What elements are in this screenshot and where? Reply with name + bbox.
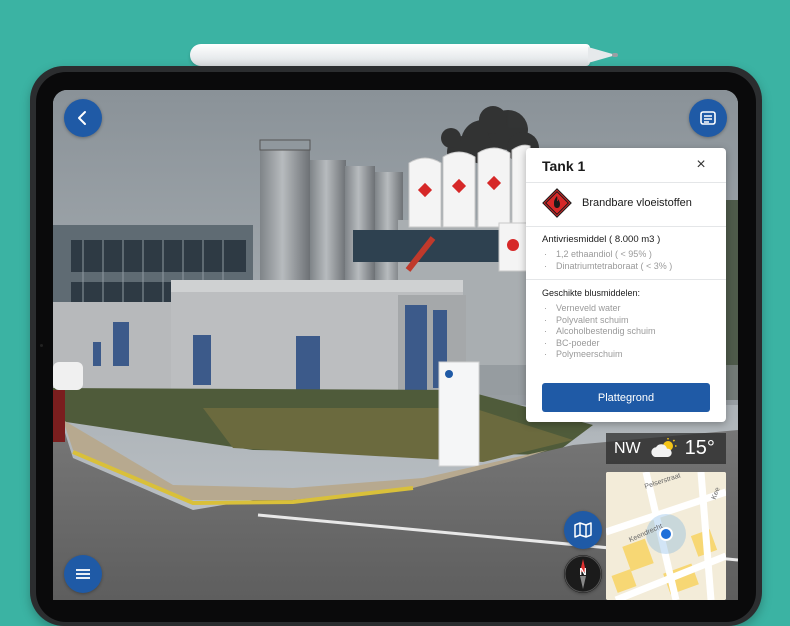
- partly-sunny-icon: [651, 437, 677, 457]
- apple-pencil: [190, 44, 590, 66]
- back-arrow-icon: [78, 111, 86, 125]
- menu-button[interactable]: [64, 555, 102, 593]
- compass-label: N: [579, 567, 587, 578]
- map-icon: [574, 522, 592, 538]
- components-list: · 1,2 ethaandiol ( < 95% ) · Dinatriumtetr…: [542, 249, 672, 272]
- tank-info-panel: Tank 1 × Brandbare vloeistoffen Antivrie…: [526, 148, 726, 422]
- divider: [526, 279, 726, 280]
- temperature: 15°: [684, 437, 715, 459]
- list-item: · Verneveld water: [544, 303, 621, 313]
- notes-button[interactable]: [689, 99, 727, 137]
- floorplan-button[interactable]: Plattegrond: [542, 383, 710, 412]
- pencil-nib: [612, 53, 618, 57]
- weather-widget: NW 15°: [606, 433, 726, 464]
- list-item: · Polyvalent schuim: [544, 314, 629, 325]
- panel-title: Tank 1: [542, 158, 586, 174]
- hazard-label: Brandbare vloeistoffen: [582, 197, 692, 209]
- list-item: · BC-poeder: [544, 337, 600, 348]
- list-item: · Dinatriumtetraboraat ( < 3% ): [544, 260, 673, 271]
- list-item: · Polymeerschuim: [544, 349, 623, 359]
- notes-icon: [700, 111, 716, 125]
- back-button[interactable]: [64, 99, 102, 137]
- tablet-camera: [40, 344, 43, 347]
- close-button[interactable]: ×: [692, 156, 710, 174]
- mini-map-graphic: [606, 472, 726, 600]
- list-item: · 1,2 ethaandiol ( < 95% ): [544, 249, 652, 259]
- flammable-hazard-icon: [542, 188, 572, 218]
- substance-title: Antivriesmiddel ( 8.000 m3 ): [542, 234, 661, 245]
- mini-map[interactable]: Pelserstraat Keendrecht Kee: [606, 472, 726, 600]
- wind-direction: NW: [614, 439, 641, 457]
- list-item: · Alcoholbestendig schuim: [544, 326, 656, 336]
- map-button[interactable]: [564, 511, 602, 549]
- compass-button[interactable]: N: [564, 555, 602, 593]
- divider: [526, 226, 726, 227]
- extinguishers-title: Geschikte blusmiddelen:: [542, 288, 641, 298]
- divider: [526, 182, 726, 183]
- extinguishers-list: · Verneveld water · Polyvalent schuim · Alc…: [542, 303, 656, 361]
- hamburger-menu-icon: [76, 569, 90, 579]
- ar-screen: N Tank 1 × Brandbare vloeistoffen Antivr…: [53, 90, 738, 600]
